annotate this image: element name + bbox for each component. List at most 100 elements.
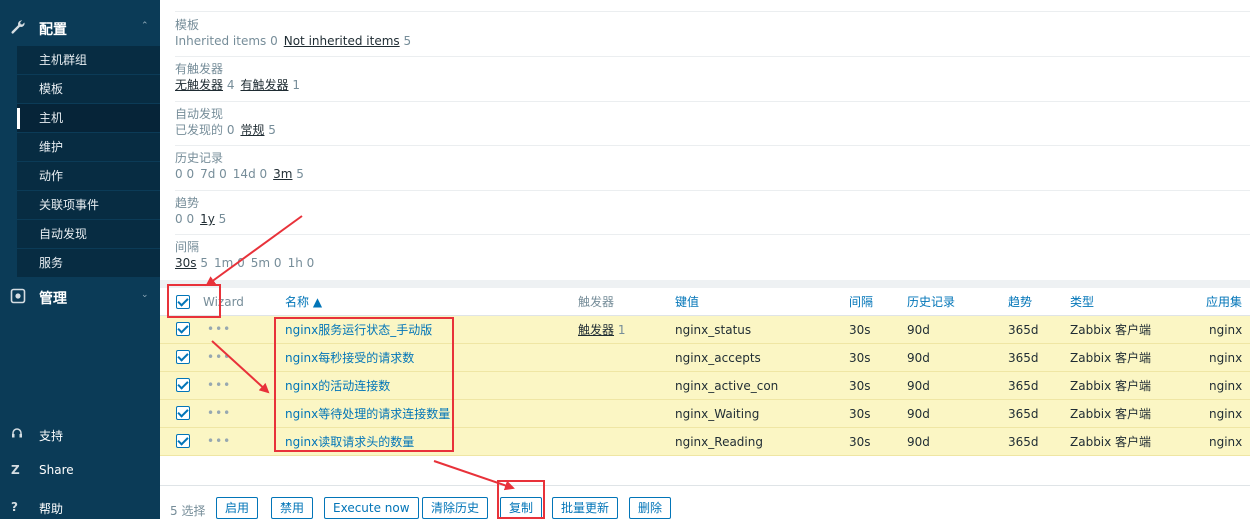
nav-help[interactable]: ? 帮助: [0, 495, 160, 519]
filter-count: 5: [403, 34, 412, 48]
item-app: nginx: [1209, 435, 1243, 449]
filter-discovery: 自动发现 已发现的 0 常规 5: [175, 107, 1250, 146]
nav-share[interactable]: Z Share: [0, 458, 160, 484]
chevron-up-icon[interactable]: ⌃: [141, 21, 149, 31]
mass-update-button[interactable]: 批量更新: [552, 497, 619, 519]
item-trends: 365d: [1008, 435, 1039, 449]
item-name-link[interactable]: nginx读取请求头的数量: [285, 435, 414, 449]
filter-value-selected[interactable]: 30s: [175, 256, 197, 270]
submenu-discovery[interactable]: 自动发现: [17, 220, 160, 249]
item-interval: 30s: [849, 351, 871, 365]
filter-title: 有触发器: [175, 62, 224, 76]
submenu-event-correlation[interactable]: 关联项事件: [17, 191, 160, 220]
filter-triggers: 有触发器 无触发器 4 有触发器 1: [175, 62, 1250, 102]
nav-support-label: 支持: [39, 429, 64, 443]
main-content: 模板 Inherited items 0 Not inherited items …: [160, 0, 1250, 519]
item-app: nginx: [1209, 407, 1243, 421]
nav-admin[interactable]: 管理 ⌄: [0, 281, 160, 311]
filter-value[interactable]: 0 0: [175, 167, 194, 181]
submenu-host-groups[interactable]: 主机群组: [17, 46, 160, 75]
filter-value[interactable]: 已发现的 0: [175, 123, 234, 137]
col-key[interactable]: 键值: [675, 295, 699, 309]
col-interval[interactable]: 间隔: [849, 295, 873, 309]
copy-button[interactable]: 复制: [500, 497, 543, 519]
table-header: Wizard 名称 ▲ 触发器 键值 间隔 历史记录 趋势 类型 应用集: [160, 288, 1250, 316]
headset-icon: [11, 427, 23, 442]
submenu-label: 关联项事件: [39, 198, 100, 212]
submenu-maintenance[interactable]: 维护: [17, 133, 160, 162]
item-history: 90d: [907, 407, 930, 421]
row-checkbox[interactable]: [176, 406, 190, 420]
app: 配置 ⌃ 主机群组 模板 主机 维护 动作 关联项事件 自动发现 服务 管理 ⌄…: [0, 0, 1250, 519]
item-type: Zabbix 客户端: [1070, 351, 1152, 365]
nav-config[interactable]: 配置 ⌃: [0, 12, 160, 42]
filter-value[interactable]: 7d 0: [200, 167, 227, 181]
col-history[interactable]: 历史记录: [907, 295, 955, 309]
submenu-label: 主机群组: [39, 53, 88, 67]
filter-title: 模板: [175, 18, 200, 32]
filter-count: 1: [292, 78, 300, 92]
nav-support[interactable]: 支持: [0, 422, 160, 448]
item-key: nginx_accepts: [675, 351, 761, 365]
chevron-down-icon[interactable]: ⌄: [141, 290, 149, 300]
filter-value-selected[interactable]: 常规: [240, 123, 264, 137]
filter-row-partial: [175, 0, 1250, 12]
clear-history-button[interactable]: 清除历史: [422, 497, 489, 519]
row-checkbox[interactable]: [176, 322, 190, 336]
filter-value[interactable]: 有触发器: [240, 78, 288, 92]
select-all-checkbox[interactable]: [176, 295, 190, 309]
enable-button[interactable]: 启用: [216, 497, 259, 519]
filter-value-selected[interactable]: 无触发器: [175, 78, 223, 92]
filter-title: 间隔: [175, 240, 200, 254]
filter-value-selected[interactable]: Not inherited items: [284, 34, 400, 48]
col-name[interactable]: 名称 ▲: [285, 295, 322, 309]
sidebar: 配置 ⌃ 主机群组 模板 主机 维护 动作 关联项事件 自动发现 服务 管理 ⌄…: [0, 0, 160, 519]
table-row: ••• nginx服务运行状态_手动版 触发器 1 nginx_status 3…: [160, 316, 1250, 344]
more-dots-icon[interactable]: •••: [207, 434, 231, 448]
more-dots-icon[interactable]: •••: [207, 378, 231, 392]
section-divider: [160, 280, 1250, 288]
trigger-link[interactable]: 触发器: [578, 323, 614, 337]
filter-count: 5: [200, 256, 208, 270]
submenu-services[interactable]: 服务: [17, 249, 160, 278]
wrench-icon: [10, 19, 26, 35]
filter-value[interactable]: Inherited items 0: [175, 34, 278, 48]
disable-button[interactable]: 禁用: [271, 497, 314, 519]
filter-value[interactable]: 5m 0: [251, 256, 282, 270]
more-dots-icon[interactable]: •••: [207, 322, 231, 336]
filter-value[interactable]: 14d 0: [233, 167, 267, 181]
item-name-link[interactable]: nginx服务运行状态_手动版: [285, 323, 432, 337]
row-checkbox[interactable]: [176, 378, 190, 392]
more-dots-icon[interactable]: •••: [207, 406, 231, 420]
item-name-link[interactable]: nginx每秒接受的请求数: [285, 351, 414, 365]
submenu-hosts[interactable]: 主机: [17, 104, 160, 133]
item-history: 90d: [907, 435, 930, 449]
item-history: 90d: [907, 379, 930, 393]
filter-value-selected[interactable]: 3m: [273, 167, 292, 181]
item-trends: 365d: [1008, 379, 1039, 393]
nav-help-label: 帮助: [39, 502, 64, 516]
filter-value-selected[interactable]: 1y: [200, 212, 215, 226]
col-trends[interactable]: 趋势: [1008, 295, 1032, 309]
row-checkbox[interactable]: [176, 350, 190, 364]
execute-now-button[interactable]: Execute now: [324, 497, 419, 519]
submenu-label: 动作: [39, 169, 64, 183]
row-checkbox[interactable]: [176, 434, 190, 448]
submenu-label: 维护: [39, 140, 64, 154]
item-name-link[interactable]: nginx等待处理的请求连接数量: [285, 407, 450, 421]
mass-action-bar: 5 选择 启用 禁用 Execute now 清除历史 复制 批量更新 删除: [160, 487, 1250, 519]
item-name-link[interactable]: nginx的活动连接数: [285, 379, 390, 393]
nav-share-label: Share: [39, 463, 74, 477]
delete-button[interactable]: 删除: [629, 497, 672, 519]
filter-history: 历史记录 0 0 7d 0 14d 0 3m 5: [175, 151, 1250, 191]
filter-value[interactable]: 0 0: [175, 212, 194, 226]
filter-trends: 趋势 0 0 1y 5: [175, 196, 1250, 235]
submenu-actions[interactable]: 动作: [17, 162, 160, 191]
col-type[interactable]: 类型: [1070, 295, 1094, 309]
filter-value[interactable]: 1m 0: [214, 256, 245, 270]
filter-value[interactable]: 1h 0: [288, 256, 315, 270]
col-app[interactable]: 应用集: [1206, 295, 1242, 309]
nav-config-label: 配置: [39, 22, 67, 38]
more-dots-icon[interactable]: •••: [207, 350, 231, 364]
submenu-templates[interactable]: 模板: [17, 75, 160, 104]
